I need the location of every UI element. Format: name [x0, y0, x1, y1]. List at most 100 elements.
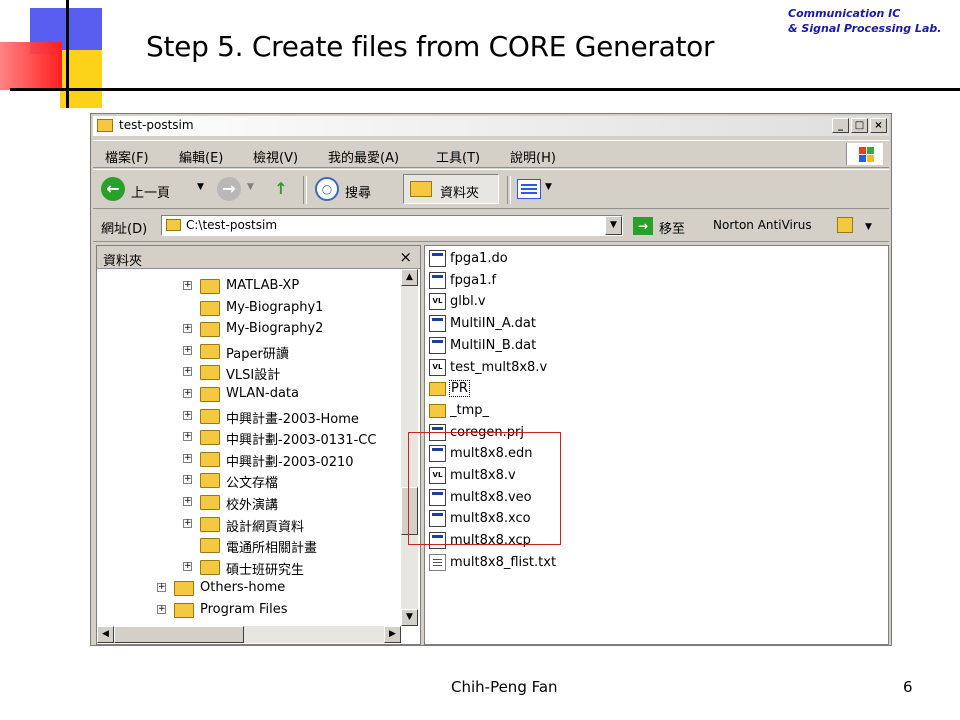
- file-name: MultiIN_B.dat: [450, 337, 537, 353]
- lab-name-line1: Communication IC: [788, 7, 901, 20]
- menu-help[interactable]: 說明(H): [510, 147, 556, 166]
- file-item[interactable]: fpga1.f: [429, 271, 629, 292]
- expand-icon[interactable]: +: [183, 324, 192, 334]
- scroll-down-icon[interactable]: ▼: [401, 609, 418, 626]
- tree-item[interactable]: + 碩士班研究生: [97, 558, 397, 578]
- folders-pane-header: 資料夾 ×: [97, 246, 420, 269]
- folders-button[interactable]: 資料夾: [403, 174, 499, 204]
- file-item[interactable]: fpga1.do: [429, 249, 629, 270]
- scroll-right-icon[interactable]: ▶: [384, 626, 401, 643]
- tree-item[interactable]: + VLSI設計: [97, 363, 397, 383]
- toolbar: ← 上一頁 ▼ → ▼ ↑ ○ 搜尋 資料夾 ▼: [93, 169, 889, 209]
- menu-edit[interactable]: 編輯(E): [179, 147, 223, 166]
- views-dropdown-icon[interactable]: ▼: [545, 182, 552, 192]
- file-item[interactable]: _tmp_: [429, 401, 629, 422]
- file-item[interactable]: VL glbl.v: [429, 292, 629, 313]
- expand-icon[interactable]: +: [183, 281, 192, 290]
- tree-item-label: Program Files: [200, 602, 288, 617]
- go-button-label[interactable]: 移至: [659, 218, 685, 237]
- folders-icon: [410, 181, 432, 197]
- doc-icon: [429, 336, 446, 354]
- expand-icon[interactable]: +: [183, 432, 192, 442]
- expand-icon[interactable]: +: [183, 367, 192, 377]
- back-dropdown-icon[interactable]: ▼: [197, 182, 204, 192]
- forward-dropdown-icon[interactable]: ▼: [247, 182, 254, 192]
- tree-item-label: 中興計劃-2003-0131-CC: [226, 433, 377, 449]
- horizontal-scrollbar[interactable]: ◀ ▶: [97, 626, 401, 643]
- search-button-label[interactable]: 搜尋: [345, 182, 371, 201]
- menu-favorites[interactable]: 我的最愛(A): [328, 147, 399, 166]
- expand-icon[interactable]: +: [183, 497, 192, 506]
- tree-item[interactable]: + 中興計劃-2003-0210: [97, 450, 397, 470]
- scroll-left-icon[interactable]: ◀: [97, 626, 114, 643]
- tree-item[interactable]: My-Biography1: [97, 299, 397, 319]
- norton-antivirus-label[interactable]: Norton AntiVirus: [713, 218, 812, 232]
- tree-item-label: Paper研讀: [226, 346, 289, 362]
- address-label: 網址(D): [101, 222, 148, 237]
- tree-item[interactable]: + Paper研讀: [97, 342, 397, 362]
- toolbar-separator: [303, 176, 307, 204]
- maximize-button[interactable]: □: [851, 118, 868, 133]
- file-name: PR: [449, 380, 470, 398]
- search-icon[interactable]: ○: [315, 177, 339, 201]
- menu-view[interactable]: 檢視(V): [253, 147, 298, 166]
- scroll-up-icon[interactable]: ▲: [401, 269, 418, 286]
- expand-icon[interactable]: +: [183, 561, 192, 571]
- folders-button-label: 資料夾: [440, 186, 480, 201]
- vl-icon: VL: [429, 358, 446, 376]
- tree-item[interactable]: + MATLAB-XP: [97, 277, 397, 297]
- tree-item[interactable]: + 中興計畫-2003-Home: [97, 407, 397, 427]
- expand-icon[interactable]: +: [183, 410, 192, 420]
- expand-icon[interactable]: +: [183, 345, 192, 355]
- lab-name-line2: & Signal Processing Lab.: [788, 22, 942, 35]
- horizontal-scroll-thumb[interactable]: [114, 626, 244, 643]
- file-item[interactable]: VL test_mult8x8.v: [429, 358, 629, 379]
- folder-icon: [200, 408, 220, 424]
- tree-item[interactable]: + 校外演講: [97, 493, 397, 513]
- minimize-button[interactable]: _: [832, 118, 849, 133]
- file-item[interactable]: MultiIN_B.dat: [429, 336, 629, 357]
- slide-title: Step 5. Create files from CORE Generator: [146, 30, 715, 63]
- decor-vertical-line: [66, 0, 69, 108]
- menu-file[interactable]: 檔案(F): [105, 147, 149, 166]
- file-name: mult8x8_flist.txt: [450, 554, 557, 570]
- tree-item[interactable]: + 設計網頁資料: [97, 515, 397, 535]
- tree-item[interactable]: + Others-home: [97, 579, 397, 599]
- expand-icon[interactable]: +: [183, 389, 192, 398]
- toolbar-separator: [507, 176, 511, 204]
- norton-icon[interactable]: [837, 217, 853, 233]
- file-item[interactable]: MultiIN_A.dat: [429, 314, 629, 335]
- tree-item[interactable]: + 中興計劃-2003-0131-CC: [97, 428, 397, 448]
- page-number: 6: [903, 678, 913, 696]
- address-value[interactable]: C:\test-postsim: [186, 218, 277, 232]
- back-button-label[interactable]: 上一頁: [131, 182, 170, 201]
- close-icon[interactable]: ×: [399, 248, 412, 266]
- address-bar: 網址(D) C:\test-postsim ▼ → 移至 Norton Anti…: [93, 211, 889, 242]
- tree-item[interactable]: + 公文存檔: [97, 471, 397, 491]
- up-folder-icon[interactable]: ↑: [269, 177, 293, 201]
- menu-tools[interactable]: 工具(T): [436, 147, 480, 166]
- expand-icon[interactable]: +: [157, 605, 166, 614]
- expand-icon[interactable]: +: [157, 583, 166, 593]
- expand-icon[interactable]: +: [183, 475, 192, 485]
- views-icon[interactable]: [517, 179, 541, 199]
- expand-icon[interactable]: +: [183, 518, 192, 528]
- file-item[interactable]: PR: [429, 379, 629, 400]
- tree-item[interactable]: + WLAN-data: [97, 385, 397, 405]
- address-dropdown-button[interactable]: ▼: [605, 216, 622, 235]
- back-arrow-icon[interactable]: ←: [101, 177, 125, 201]
- window-titlebar[interactable]: test-postsim _ □ ×: [93, 116, 889, 136]
- forward-arrow-icon[interactable]: →: [217, 177, 241, 201]
- go-arrow-icon[interactable]: →: [633, 217, 653, 235]
- close-button[interactable]: ×: [870, 118, 887, 133]
- file-item[interactable]: mult8x8_flist.txt: [429, 553, 629, 574]
- lab-name: Communication IC & Signal Processing Lab…: [788, 6, 941, 36]
- tree-item[interactable]: 電通所相關計畫: [97, 536, 397, 556]
- norton-dropdown-icon[interactable]: ▼: [865, 222, 872, 232]
- folder-icon: [200, 495, 220, 510]
- tree-item-label: VLSI設計: [226, 368, 281, 384]
- address-input[interactable]: C:\test-postsim ▼: [161, 215, 623, 236]
- tree-item[interactable]: + My-Biography2: [97, 320, 397, 340]
- tree-item[interactable]: + Program Files: [97, 601, 397, 621]
- expand-icon[interactable]: +: [183, 453, 192, 463]
